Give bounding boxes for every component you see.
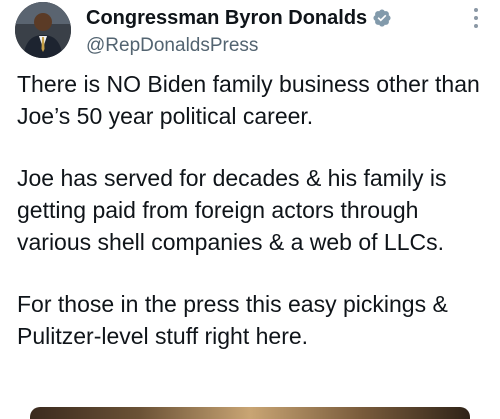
profile-photo-icon — [15, 2, 71, 58]
author-handle[interactable]: @RepDonaldsPress — [86, 33, 466, 59]
tweet-media-image[interactable] — [30, 407, 470, 419]
tweet-header: Congressman Byron Donalds @RepDonaldsPre… — [86, 4, 466, 59]
author-display-name[interactable]: Congressman Byron Donalds — [86, 4, 367, 32]
name-row: Congressman Byron Donalds — [86, 4, 466, 32]
tweet-paragraph: Joe has served for decades & his family … — [17, 165, 447, 255]
avatar[interactable] — [15, 2, 71, 58]
more-vertical-icon[interactable] — [466, 6, 486, 36]
tweet-paragraph: For those in the press this easy picking… — [17, 291, 448, 349]
tweet-text: There is NO Biden family business other … — [17, 68, 487, 352]
tweet-paragraph: There is NO Biden family business other … — [17, 71, 480, 129]
verified-badge-icon — [372, 8, 392, 28]
tweet: Congressman Byron Donalds @RepDonaldsPre… — [0, 0, 500, 419]
